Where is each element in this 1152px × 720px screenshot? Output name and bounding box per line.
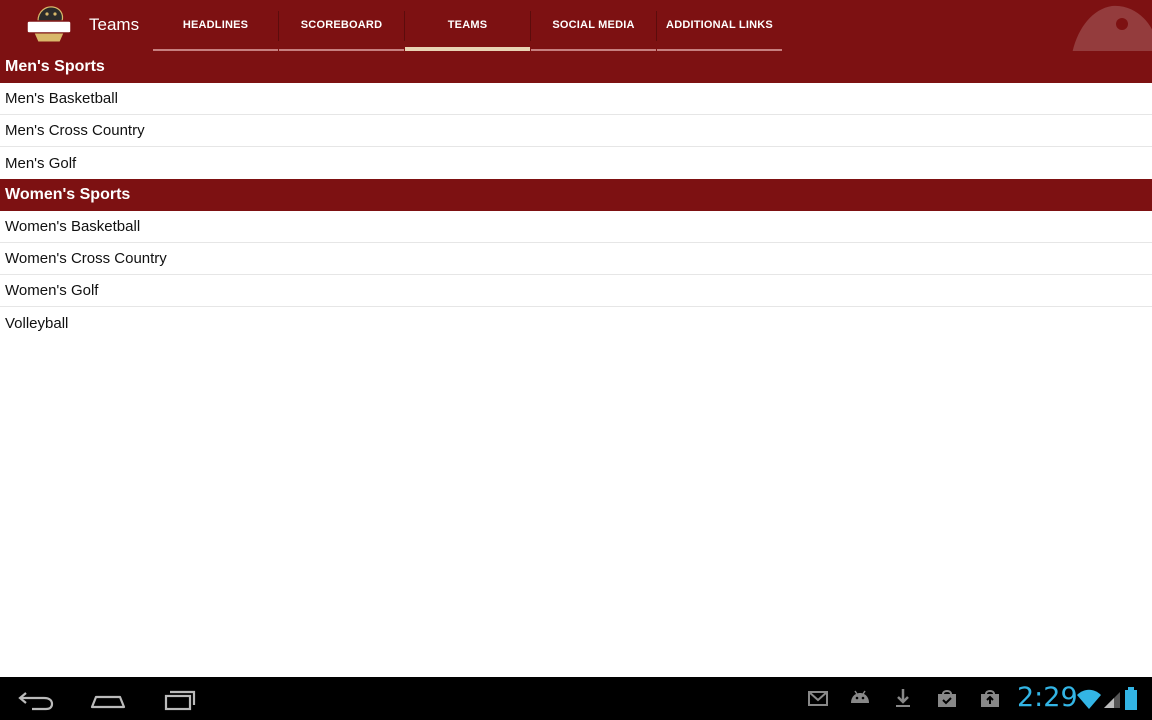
wifi-icon bbox=[1077, 689, 1101, 709]
list-item-womens-basketball[interactable]: Women's Basketball bbox=[0, 211, 1152, 243]
tab-label: SCOREBOARD bbox=[300, 19, 383, 31]
gmail-icon[interactable] bbox=[808, 687, 828, 709]
tab-teams[interactable]: TEAMS bbox=[405, 0, 531, 51]
app-title: Teams bbox=[89, 15, 140, 34]
tab-bar: HEADLINES SCOREBOARD TEAMS SOCIAL MEDIA … bbox=[153, 0, 783, 51]
tab-headlines[interactable]: HEADLINES bbox=[153, 0, 279, 51]
tab-additional-links[interactable]: ADDITIONAL LINKS bbox=[657, 0, 782, 51]
tab-label: SOCIAL MEDIA bbox=[552, 19, 635, 31]
home-icon[interactable] bbox=[84, 685, 132, 713]
signal-icon bbox=[1104, 692, 1120, 708]
android-icon[interactable] bbox=[848, 687, 872, 709]
section-header-womens-sports: Women's Sports bbox=[0, 179, 1152, 211]
list-item-womens-golf[interactable]: Women's Golf bbox=[0, 275, 1152, 307]
tab-label: ADDITIONAL LINKS bbox=[666, 19, 773, 31]
tab-label: HEADLINES bbox=[182, 19, 249, 31]
list-item-mens-cross-country[interactable]: Men's Cross Country bbox=[0, 115, 1152, 147]
teams-list: Men's Sports Men's Basketball Men's Cros… bbox=[0, 51, 1152, 339]
mascot-watermark-icon bbox=[1072, 5, 1152, 51]
section-header-mens-sports: Men's Sports bbox=[0, 51, 1152, 83]
status-clock: 2:29 bbox=[1017, 682, 1078, 713]
store-update-icon[interactable] bbox=[979, 687, 1001, 709]
list-item-mens-golf[interactable]: Men's Golf bbox=[0, 147, 1152, 179]
list-item-volleyball[interactable]: Volleyball bbox=[0, 307, 1152, 339]
list-item-mens-basketball[interactable]: Men's Basketball bbox=[0, 83, 1152, 115]
tab-scoreboard[interactable]: SCOREBOARD bbox=[279, 0, 405, 51]
recent-apps-icon[interactable] bbox=[156, 685, 204, 713]
app-logo[interactable] bbox=[24, 5, 74, 45]
system-nav-bar: 2:29 bbox=[0, 677, 1152, 720]
tab-social-media[interactable]: SOCIAL MEDIA bbox=[531, 0, 657, 51]
store-update-icon[interactable] bbox=[936, 687, 958, 709]
back-icon[interactable] bbox=[12, 685, 60, 713]
action-bar: Teams HEADLINES SCOREBOARD TEAMS SOCIAL … bbox=[0, 0, 1152, 51]
tab-label: TEAMS bbox=[447, 19, 488, 31]
battery-icon bbox=[1125, 687, 1137, 710]
download-icon[interactable] bbox=[894, 687, 912, 709]
list-item-womens-cross-country[interactable]: Women's Cross Country bbox=[0, 243, 1152, 275]
